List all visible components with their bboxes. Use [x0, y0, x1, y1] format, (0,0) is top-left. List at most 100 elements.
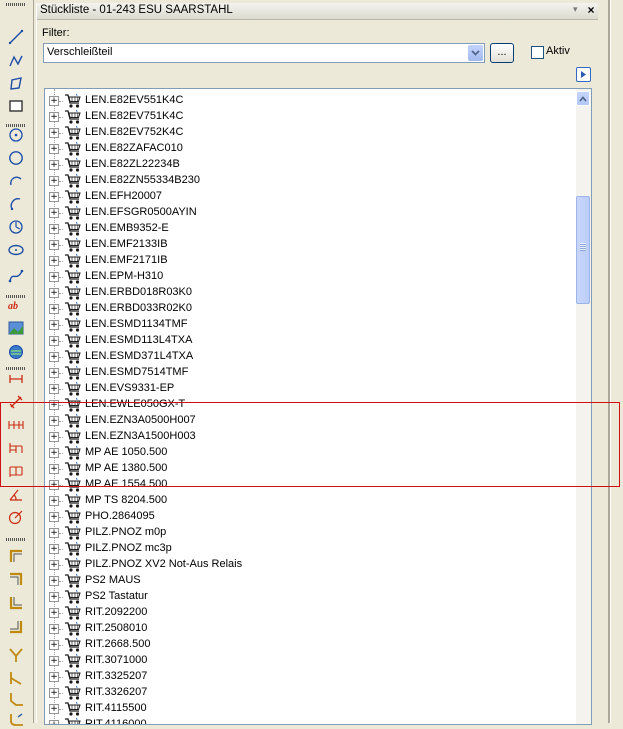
tree-item[interactable]: + MP TS 8204.500 [45, 493, 575, 509]
tree-item[interactable]: + LEN.EZN3A1500H003 [45, 429, 575, 445]
tree-item[interactable]: + LEN.E82ZAFAC010 [45, 141, 575, 157]
tree-item[interactable]: + RIT.2092200 [45, 605, 575, 621]
polygon-icon[interactable] [7, 75, 25, 93]
dimension-linear-icon[interactable] [7, 370, 25, 388]
tree-item[interactable]: + PHO.2864095 [45, 509, 575, 525]
tree-item[interactable]: + LEN.EWLE050GX-T [45, 397, 575, 413]
expand-icon[interactable]: + [49, 672, 59, 682]
tree-item[interactable]: + MP AE 1050.500 [45, 445, 575, 461]
tree-item[interactable]: + PILZ.PNOZ m0p [45, 525, 575, 541]
expand-icon[interactable]: + [49, 160, 59, 170]
tree-item[interactable]: + LEN.E82EV752K4C [45, 125, 575, 141]
tree-item[interactable]: + LEN.EVS9331-EP [45, 381, 575, 397]
line-icon[interactable] [7, 28, 25, 46]
expand-icon[interactable]: + [49, 240, 59, 250]
expand-icon[interactable]: + [49, 448, 59, 458]
tree-item[interactable]: + LEN.EFH20007 [45, 189, 575, 205]
play-arrow-icon[interactable] [576, 67, 591, 82]
expand-icon[interactable]: + [49, 576, 59, 586]
expand-icon[interactable]: + [49, 544, 59, 554]
tree-item[interactable]: + LEN.ESMD371L4TXA [45, 349, 575, 365]
expand-icon[interactable]: + [49, 256, 59, 266]
circle-center-icon[interactable] [7, 126, 25, 144]
tree-item[interactable]: + LEN.EPM-H310 [45, 269, 575, 285]
corner-bl-icon[interactable] [7, 594, 25, 612]
expand-icon[interactable]: + [49, 144, 59, 154]
expand-icon[interactable]: + [49, 304, 59, 314]
expand-icon[interactable]: + [49, 560, 59, 570]
tree-item[interactable]: + LEN.EMF2133IB [45, 237, 575, 253]
tree-item[interactable]: + LEN.EMF2171IB [45, 253, 575, 269]
ellipse-arc-icon[interactable] [7, 218, 25, 236]
expand-icon[interactable]: + [49, 368, 59, 378]
expand-icon[interactable]: + [49, 480, 59, 490]
expand-icon[interactable]: + [49, 608, 59, 618]
close-icon[interactable]: × [585, 3, 597, 17]
extend-icon[interactable] [7, 669, 25, 687]
expand-icon[interactable]: + [49, 464, 59, 474]
expand-icon[interactable]: + [49, 592, 59, 602]
expand-icon[interactable]: + [49, 640, 59, 650]
polyline-icon[interactable] [7, 52, 25, 70]
dimension-angle-icon[interactable] [7, 485, 25, 503]
rectangle-icon[interactable] [7, 97, 25, 115]
tree-item[interactable]: + LEN.ERBD033R02K0 [45, 301, 575, 317]
dimension-baseline-icon[interactable] [7, 439, 25, 457]
fillet-icon[interactable] [7, 711, 25, 729]
expand-icon[interactable]: + [49, 624, 59, 634]
trim-icon[interactable] [7, 646, 25, 664]
expand-icon[interactable]: + [49, 352, 59, 362]
chamfer-icon[interactable] [7, 690, 25, 708]
ellipse-icon[interactable] [7, 241, 25, 259]
tree-item[interactable]: + LEN.E82ZN55334B230 [45, 173, 575, 189]
image-icon[interactable] [7, 319, 25, 337]
panel-menu-icon[interactable]: ▾ [573, 4, 578, 15]
expand-icon[interactable]: + [49, 432, 59, 442]
expand-icon[interactable]: + [49, 208, 59, 218]
expand-icon[interactable]: + [49, 528, 59, 538]
circle-icon[interactable] [7, 149, 25, 167]
tree-item[interactable]: + RIT.2668.500 [45, 637, 575, 653]
expand-icon[interactable]: + [49, 96, 59, 106]
corner-br-icon[interactable] [7, 618, 25, 636]
tree-item[interactable]: + RIT.3326207 [45, 685, 575, 701]
filter-more-button[interactable]: ... [490, 43, 514, 63]
expand-icon[interactable]: + [49, 656, 59, 666]
spline-icon[interactable] [7, 267, 25, 285]
expand-icon[interactable]: + [49, 704, 59, 714]
expand-icon[interactable]: + [49, 320, 59, 330]
expand-icon[interactable]: + [49, 512, 59, 522]
filter-dropdown[interactable]: Verschleißteil [43, 43, 485, 63]
tree-item[interactable]: + RIT.4116000 [45, 717, 575, 724]
dimension-ordinate-icon[interactable] [7, 462, 25, 480]
tree-item[interactable]: + PS2 Tastatur [45, 589, 575, 605]
tree-item[interactable]: + PILZ.PNOZ XV2 Not-Aus Relais [45, 557, 575, 573]
scroll-up-icon[interactable] [576, 91, 590, 106]
tree-item[interactable]: + LEN.ERBD018R03K0 [45, 285, 575, 301]
tree-item[interactable]: + RIT.2508010 [45, 621, 575, 637]
text-icon[interactable]: ab [7, 296, 25, 314]
dimension-radius-icon[interactable] [7, 508, 25, 526]
corner-tl-icon[interactable] [7, 547, 25, 565]
tree-item[interactable]: + PILZ.PNOZ mc3p [45, 541, 575, 557]
tree-item[interactable]: + PS2 MAUS [45, 573, 575, 589]
arc-3pt-icon[interactable] [7, 195, 25, 213]
expand-icon[interactable]: + [49, 400, 59, 410]
tree-item[interactable]: + LEN.E82EV551K4C [45, 93, 575, 109]
tree-item[interactable]: + LEN.ESMD1134TMF [45, 317, 575, 333]
tree-item[interactable]: + MP AE 1380.500 [45, 461, 575, 477]
parts-tree[interactable]: + LEN.E82EV551K4C + LEN.E82EV751K4C + LEN.E82… [44, 88, 592, 725]
tree-item[interactable]: + LEN.E82EV751K4C [45, 109, 575, 125]
vertical-scrollbar[interactable] [576, 89, 591, 724]
dimension-aligned-icon[interactable] [7, 393, 25, 411]
tree-item[interactable]: + LEN.EZN3A0500H007 [45, 413, 575, 429]
tree-item[interactable]: + RIT.3325207 [45, 669, 575, 685]
chevron-down-icon[interactable] [468, 45, 483, 61]
expand-icon[interactable]: + [49, 384, 59, 394]
tree-item[interactable]: + LEN.ESMD113L4TXA [45, 333, 575, 349]
expand-icon[interactable]: + [49, 192, 59, 202]
dimension-chain-icon[interactable] [7, 416, 25, 434]
tree-item[interactable]: + RIT.3071000 [45, 653, 575, 669]
expand-icon[interactable]: + [49, 688, 59, 698]
arc-icon[interactable] [7, 172, 25, 190]
